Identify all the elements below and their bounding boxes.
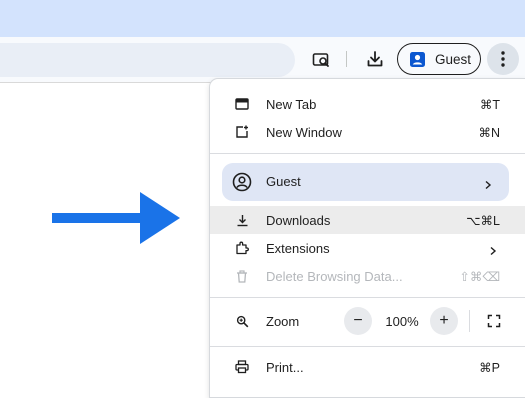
address-bar[interactable] [0,43,295,77]
menu-item-label: Downloads [266,212,331,228]
zoom-out-button[interactable]: − [344,307,372,335]
menu-separator [210,153,525,154]
menu-item-delete-browsing-data: Delete Browsing Data... ⇧⌘⌫ [210,262,525,290]
puzzle-icon [234,240,250,256]
profile-icon [409,51,426,68]
screenshot-search-icon[interactable] [307,46,335,74]
menu-separator [210,346,525,347]
menu-item-label: New Window [266,124,342,140]
download-icon[interactable] [361,45,389,73]
menu-item-label: Extensions [266,240,330,256]
more-vert-icon[interactable] [487,43,519,75]
profile-button[interactable]: Guest [397,43,481,75]
fullscreen-icon[interactable] [480,307,508,335]
menu-item-label: Zoom [266,313,300,329]
print-icon [234,359,250,375]
menu-item-extensions[interactable]: Extensions [210,234,525,262]
zoom-in-button[interactable]: + [430,307,458,335]
menu-item-label: New Tab [266,96,317,112]
menu-item-label: Delete Browsing Data... [266,268,403,284]
chevron-right-icon [483,177,493,190]
menu-item-shortcut: ⌥⌘L [466,213,500,228]
menu-separator [210,297,525,298]
profile-label: Guest [435,51,472,67]
new-tab-icon [234,96,250,112]
tab-strip [0,0,525,37]
arrow-annotation [52,192,182,249]
zoom-icon [234,313,250,329]
toolbar-separator [346,51,347,67]
menu-item-shortcut: ⌘N [478,125,500,140]
menu-item-shortcut: ⌘T [479,97,500,112]
zoom-divider [469,310,470,332]
menu-item-new-tab[interactable]: New Tab ⌘T [210,90,525,118]
account-circle-icon [232,172,252,192]
guest-label: Guest [266,174,301,189]
menu-item-shortcut: ⇧⌘⌫ [459,269,500,284]
chevron-right-icon [488,243,498,256]
new-window-icon [234,124,250,140]
menu-item-label: Print... [266,359,304,375]
menu-item-zoom: Zoom − 100% + [210,307,525,335]
menu-item-guest[interactable]: Guest [222,163,509,201]
download-icon [234,212,250,228]
menu-item-print[interactable]: Print... ⌘P [210,353,525,381]
app-menu: New Tab ⌘T New Window ⌘N Guest Downloads… [209,78,525,398]
zoom-level: 100% [385,313,419,329]
menu-item-downloads[interactable]: Downloads ⌥⌘L [210,206,525,234]
menu-item-shortcut: ⌘P [479,360,500,375]
trash-icon [234,268,250,284]
menu-item-new-window[interactable]: New Window ⌘N [210,118,525,146]
